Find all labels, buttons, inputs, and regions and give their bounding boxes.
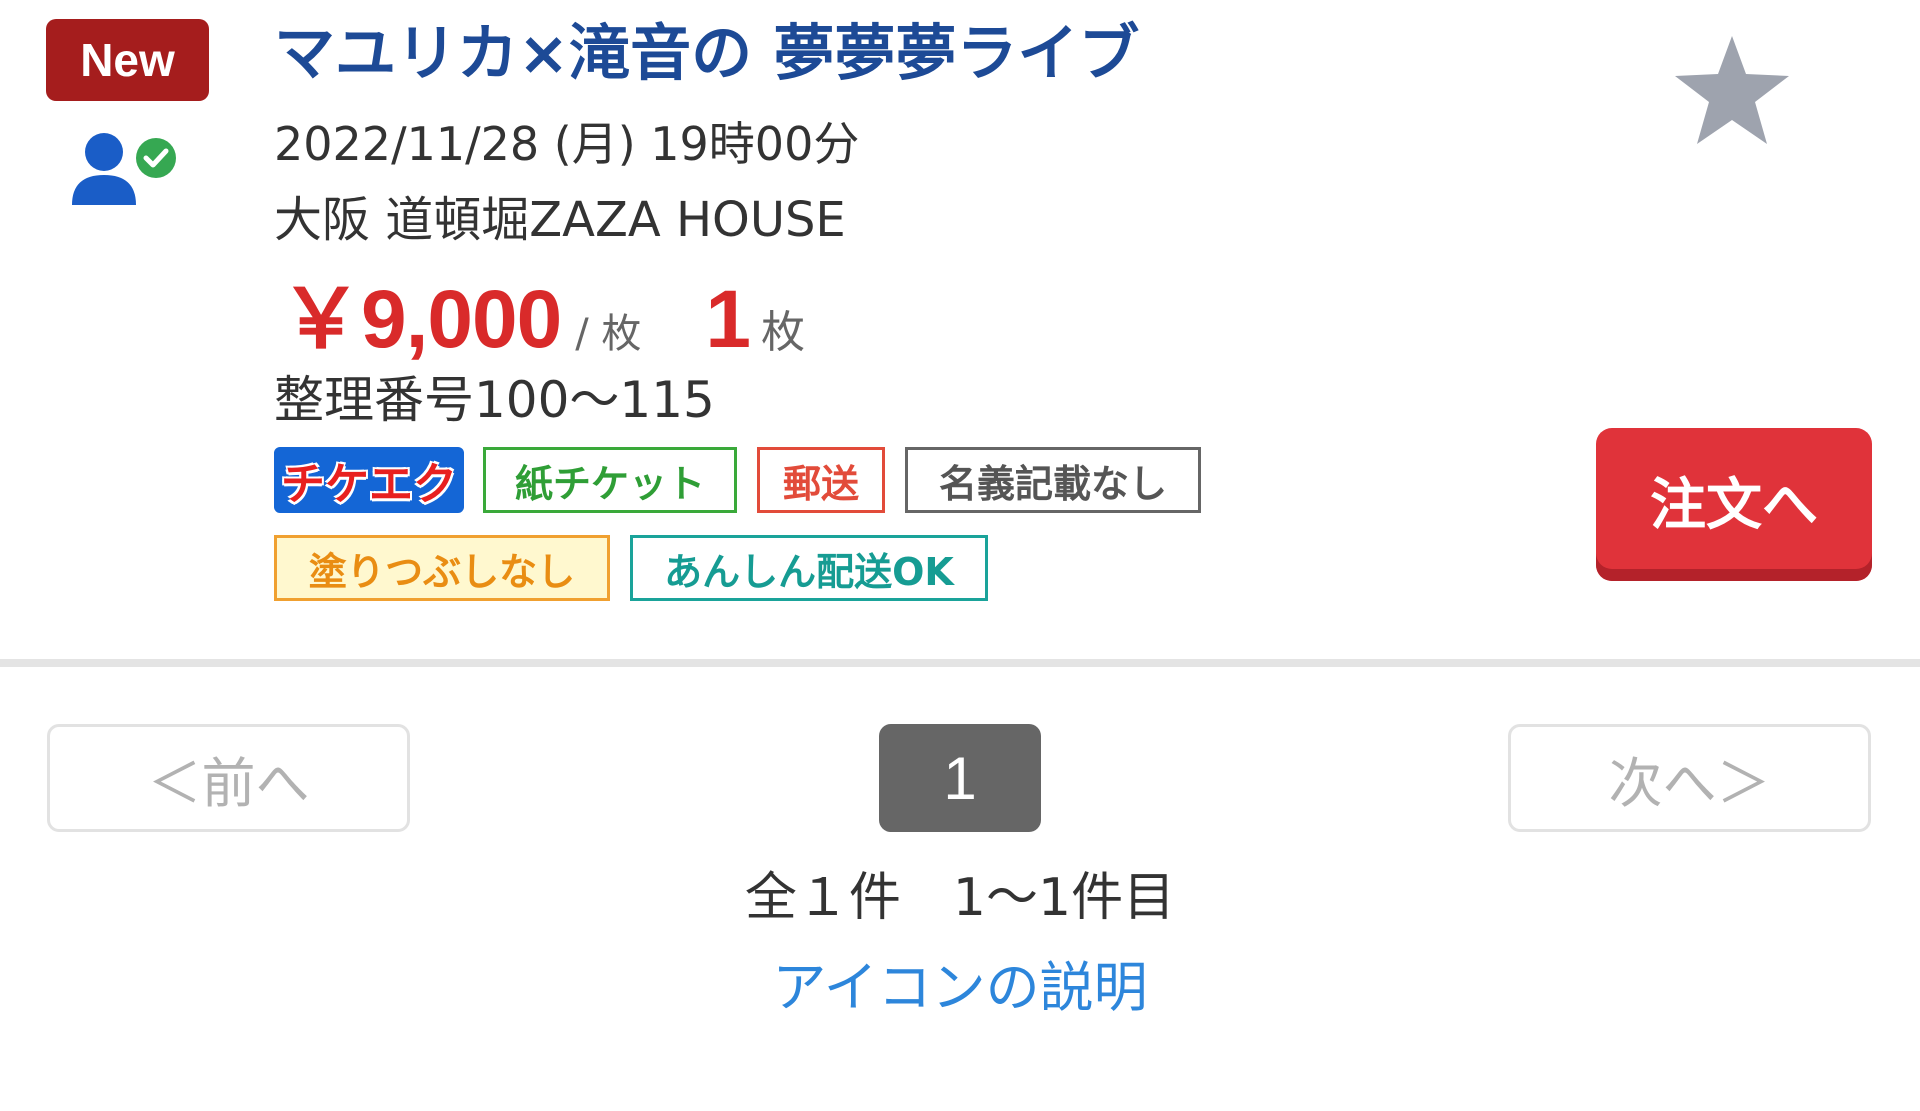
tag-mail: 郵送 bbox=[757, 447, 885, 513]
favorite-button[interactable] bbox=[1672, 30, 1792, 150]
tag-paper-ticket: 紙チケット bbox=[483, 447, 737, 513]
result-count: 全１件 1〜1件目 bbox=[744, 868, 1176, 928]
quantity-unit: 枚 bbox=[761, 307, 806, 358]
order-button[interactable]: 注文へ bbox=[1596, 428, 1872, 581]
event-venue: 大阪 道頓堀ZAZA HOUSE bbox=[274, 192, 846, 248]
icon-help-link[interactable]: アイコンの説明 bbox=[0, 943, 1920, 1022]
new-badge: New bbox=[46, 19, 209, 101]
price-unit: / 枚 bbox=[575, 311, 642, 357]
quantity-value: 1 bbox=[705, 274, 752, 365]
tag-no-fill: 塗りつぶしなし bbox=[274, 535, 610, 601]
verified-user-icon bbox=[72, 133, 180, 205]
divider bbox=[0, 659, 1920, 667]
price-row: ￥9,000 / 枚 1 枚 bbox=[280, 252, 805, 371]
tag-safe-delivery: あんしん配送OK bbox=[630, 535, 988, 601]
event-date: 2022/11/28 (月) 19時00分 bbox=[274, 117, 860, 171]
current-page-button[interactable]: 1 bbox=[879, 724, 1041, 832]
tag-tikeeku: チケエク bbox=[274, 447, 464, 513]
ticket-number: 整理番号100〜115 bbox=[274, 371, 715, 429]
star-icon bbox=[1675, 36, 1789, 144]
prev-page-button[interactable]: ＜前へ bbox=[47, 724, 410, 832]
next-page-button[interactable]: 次へ＞ bbox=[1508, 724, 1871, 832]
price-value: ￥9,000 bbox=[280, 274, 562, 365]
tag-no-name: 名義記載なし bbox=[905, 447, 1201, 513]
event-title[interactable]: マユリカ×滝音の 夢夢夢ライブ bbox=[274, 14, 1139, 94]
